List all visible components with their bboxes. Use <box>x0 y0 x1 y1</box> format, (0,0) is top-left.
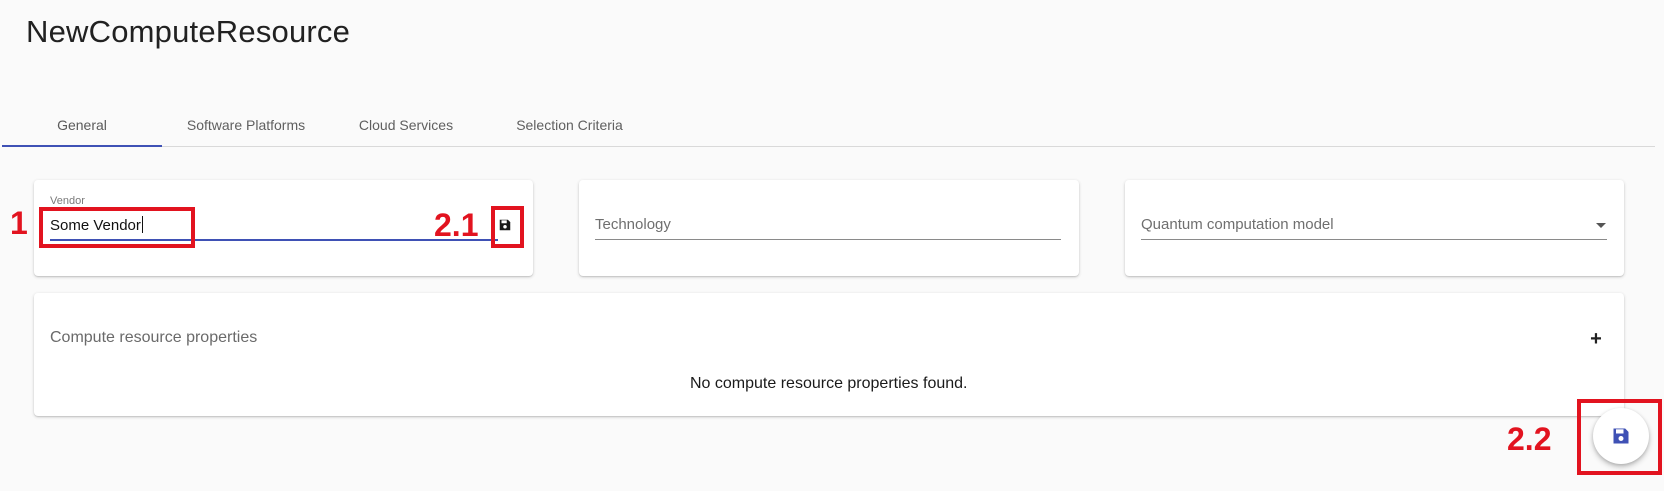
tab-cloud-services[interactable]: Cloud Services <box>330 104 482 146</box>
technology-card: Technology <box>579 180 1079 276</box>
tab-selection-criteria[interactable]: Selection Criteria <box>482 104 657 146</box>
computation-model-select[interactable]: Quantum computation model <box>1141 216 1334 233</box>
annotation-box-2-1 <box>491 206 524 248</box>
properties-card: Compute resource properties + No compute… <box>34 293 1624 416</box>
annotation-box-2-2 <box>1577 399 1662 475</box>
add-property-button[interactable]: + <box>1585 328 1607 350</box>
computation-model-card: Quantum computation model <box>1125 180 1624 276</box>
tab-bar: General Software Platforms Cloud Service… <box>2 104 1655 147</box>
technology-input[interactable]: Technology <box>595 216 671 233</box>
properties-title: Compute resource properties <box>50 329 258 346</box>
tab-general[interactable]: General <box>2 104 162 146</box>
annotation-label-2-1: 2.1 <box>434 207 479 243</box>
technology-input-underline <box>595 239 1061 240</box>
page-root: NewComputeResource General Software Plat… <box>0 0 1664 491</box>
vendor-field-label: Vendor <box>50 195 85 207</box>
caret-down-icon[interactable] <box>1596 223 1606 228</box>
annotation-label-2-2: 2.2 <box>1507 421 1552 457</box>
page-title: NewComputeResource <box>26 14 351 49</box>
tab-software-platforms[interactable]: Software Platforms <box>162 104 330 146</box>
active-tab-indicator <box>2 145 162 147</box>
annotation-box-1 <box>39 207 195 248</box>
computation-model-underline <box>1141 239 1607 240</box>
annotation-label-1: 1 <box>10 205 28 241</box>
empty-properties-message: No compute resource properties found. <box>690 375 968 392</box>
